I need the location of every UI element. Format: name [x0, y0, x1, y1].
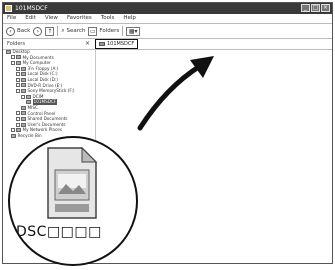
- arrow-shaft: [137, 63, 203, 131]
- file-name-label: DSC□□□□: [16, 224, 102, 240]
- zoom-callout: DSC□□□□: [8, 136, 138, 266]
- image-file-icon: [47, 146, 98, 219]
- arrow-head: [190, 56, 214, 78]
